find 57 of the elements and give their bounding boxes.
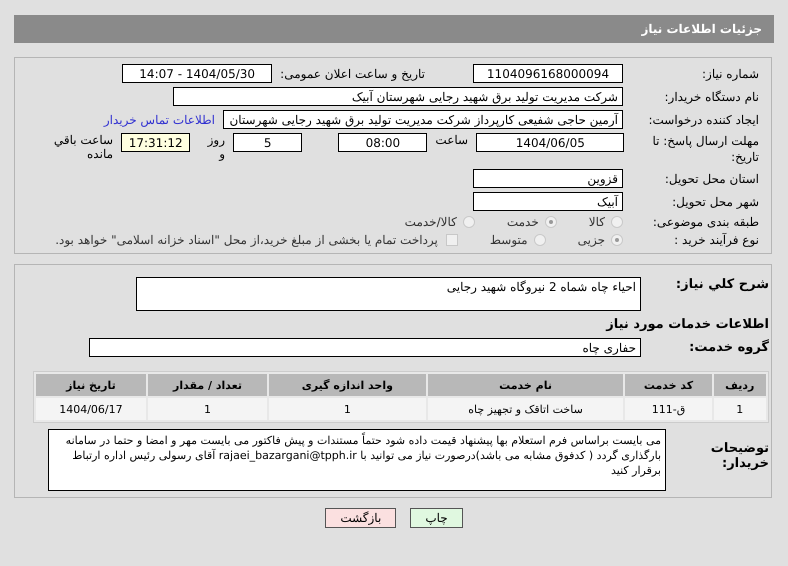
header-title: جزئیات اطلاعات نیاز xyxy=(641,22,762,36)
section-title: اطلاعات خدمات مورد نیاز xyxy=(606,317,770,332)
field-label: تاریخ و ساعت اعلان عمومی: xyxy=(280,66,425,80)
radio-button[interactable] xyxy=(611,216,623,228)
city-field: آبیک xyxy=(473,192,623,211)
field-label: توضیحات خریدار: xyxy=(710,441,770,471)
option-label: کالا/خدمت xyxy=(404,215,457,229)
field-label: ایجاد کننده درخواست: xyxy=(647,112,760,126)
column-header: ردیف xyxy=(714,374,766,396)
deadline-time-field: 08:00 xyxy=(338,133,428,152)
checkbox[interactable] xyxy=(446,234,458,246)
announce-date-field: 1404/05/30 - 14:07 xyxy=(122,64,272,83)
back-button[interactable]: بازگشت xyxy=(325,508,396,528)
field-label: گروه خدمت: xyxy=(688,340,770,355)
need-number-field: 1104096168000094 xyxy=(473,64,623,83)
column-header: تاریخ نیاز xyxy=(36,374,146,396)
field-label: شماره نیاز: xyxy=(701,66,760,80)
buyer-field: شرکت مدیریت تولید برق شهید رجایی شهرستان آبیک xyxy=(173,87,623,106)
option-label: متوسط xyxy=(490,233,528,247)
field-label: شرح کلي نياز: xyxy=(674,277,770,292)
table-cell: 1 xyxy=(714,398,766,420)
remaining-time-field: 17:31:12 xyxy=(121,133,190,152)
field-label: ساعت xyxy=(435,133,468,147)
province-field: قزوین xyxy=(473,169,623,188)
table-cell: ساخت اتاقک و تجهیز چاه xyxy=(428,398,624,420)
field-label: نوع فرآیند خرید : xyxy=(673,233,760,247)
field-label: نام دستگاه خریدار: xyxy=(664,90,760,104)
buyer-notes-field: می بایست براساس فرم استعلام بها پیشنهاد قیمت داده شود حتماً مستندات و پیش فاکتور می بایست مهر و امضا و حتما در سامانه بارگذاری گردد ( کدفوق مشابه می باشد)درصورت نیاز می توانید با rajaei_bazargani@tpph.ir آقای رسولی رئیس اداره ارتباط برقرار کنید xyxy=(48,429,666,491)
column-header: واحد اندازه گیری xyxy=(269,374,426,396)
payment-text: پرداخت تمام یا بخشی از مبلغ خرید،از محل "اسناد خزانه اسلامی" خواهد بود. xyxy=(55,233,438,247)
table-cell: 1 xyxy=(269,398,426,420)
print-button[interactable]: چاپ xyxy=(410,508,463,528)
field-label: استان محل تحویل: xyxy=(664,172,760,186)
summary-field: احیاء چاه شماه 2 نیروگاه شهید رجایی xyxy=(136,277,641,311)
radio-button[interactable] xyxy=(611,234,623,246)
column-header: تعداد / مقدار xyxy=(148,374,268,396)
option-label: جزیی xyxy=(578,233,605,247)
table-cell: 1404/06/17 xyxy=(36,398,146,420)
field-label: طبقه بندی موضوعی: xyxy=(652,215,760,229)
field-label: ساعت باقي مانده xyxy=(52,133,114,161)
column-header: کد خدمت xyxy=(625,374,712,396)
radio-button[interactable] xyxy=(544,216,557,228)
service-group-field: حفاری چاه xyxy=(89,338,641,357)
field-label: روز و xyxy=(206,133,226,161)
radio-button[interactable] xyxy=(462,216,475,228)
field-label: مهلت ارسال پاسخ: تا تاریخ: xyxy=(651,133,760,165)
table-cell: 1 xyxy=(148,398,268,420)
creator-field: آرمین حاجی شفیعی کارپرداز شرکت مدیریت تولید برق شهید رجایی شهرستان xyxy=(223,110,623,129)
option-label: کالا xyxy=(588,215,605,229)
table-cell: ق-111 xyxy=(625,398,712,420)
days-field: 5 xyxy=(233,133,302,152)
option-label: خدمت xyxy=(506,215,539,229)
field-label: شهر محل تحویل: xyxy=(671,194,760,208)
deadline-date-field: 1404/06/05 xyxy=(476,133,624,152)
buyer-contact-link[interactable]: اطلاعات تماس خریدار xyxy=(104,112,215,126)
radio-button[interactable] xyxy=(534,234,546,246)
column-header: نام خدمت xyxy=(428,374,624,396)
